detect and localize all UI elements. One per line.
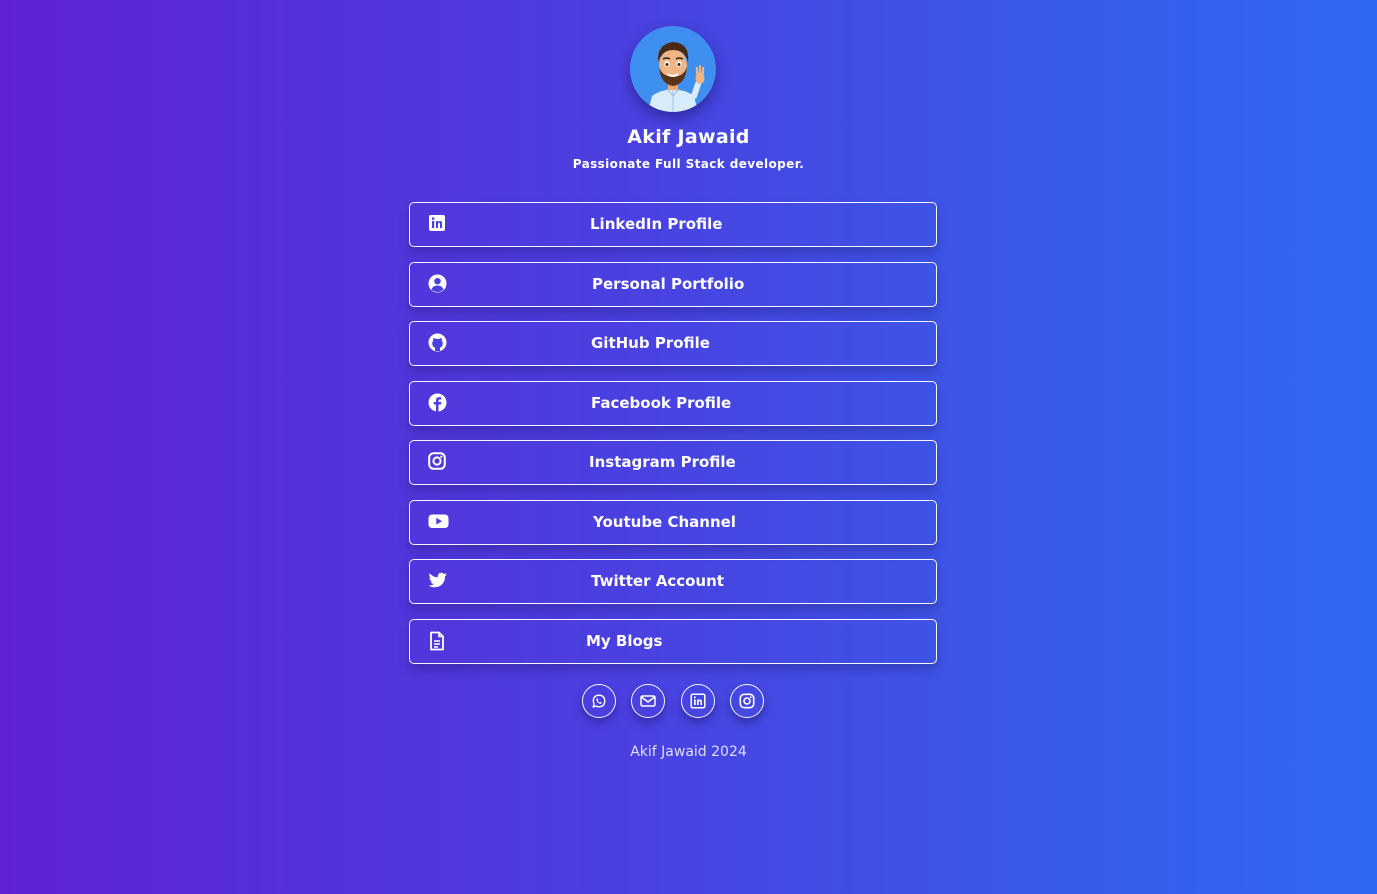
- instagram-icon: [428, 452, 448, 472]
- instagram-social-button[interactable]: [730, 684, 764, 718]
- whatsapp-icon: [592, 694, 606, 708]
- link-label: LinkedIn Profile: [590, 215, 723, 233]
- instagram-icon: [739, 693, 755, 709]
- linkedin-icon: [428, 214, 448, 234]
- youtube-channel-button[interactable]: Youtube Channel: [409, 499, 937, 545]
- link-label: Twitter Account: [591, 572, 724, 590]
- facebook-profile-button[interactable]: Facebook Profile: [409, 380, 937, 426]
- whatsapp-button[interactable]: [582, 684, 616, 718]
- link-list: LinkedIn Profile Personal Portfolio GitH…: [409, 202, 937, 678]
- profile-name: Akif Jawaid: [627, 126, 750, 148]
- link-label: GitHub Profile: [591, 334, 710, 352]
- envelope-icon: [640, 695, 656, 707]
- link-label: Instagram Profile: [589, 453, 736, 471]
- link-label: My Blogs: [586, 631, 663, 650]
- avatar: [630, 26, 716, 112]
- linkedin-social-button[interactable]: [681, 684, 715, 718]
- github-icon: [428, 333, 448, 353]
- profile-tagline: Passionate Full Stack developer.: [572, 157, 805, 171]
- user-circle-icon: [428, 274, 448, 294]
- document-icon: [428, 631, 448, 651]
- personal-portfolio-button[interactable]: Personal Portfolio: [409, 261, 937, 307]
- youtube-icon: [428, 512, 449, 532]
- linkedin-icon: [690, 693, 706, 709]
- linkedin-profile-button[interactable]: LinkedIn Profile: [409, 202, 937, 247]
- github-profile-button[interactable]: GitHub Profile: [409, 321, 937, 366]
- twitter-account-button[interactable]: Twitter Account: [409, 559, 937, 604]
- instagram-profile-button[interactable]: Instagram Profile: [409, 440, 937, 485]
- my-blogs-button[interactable]: My Blogs: [409, 618, 937, 664]
- email-button[interactable]: [631, 684, 665, 718]
- link-label: Youtube Channel: [593, 512, 736, 531]
- link-label: Personal Portfolio: [592, 274, 745, 293]
- facebook-icon: [428, 393, 448, 413]
- footer-copyright: Akif Jawaid 2024: [630, 744, 747, 760]
- twitter-icon: [428, 571, 448, 591]
- link-label: Facebook Profile: [591, 393, 732, 412]
